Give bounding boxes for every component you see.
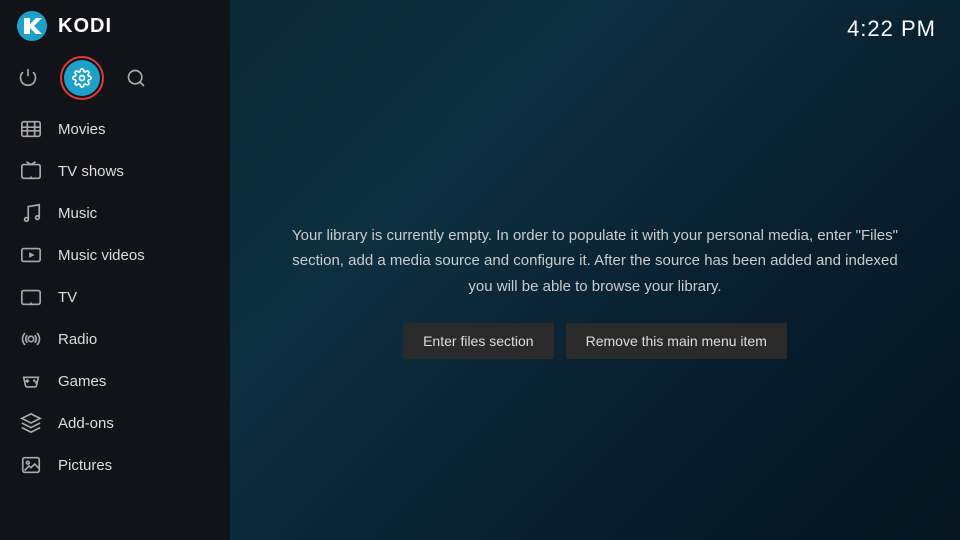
sidebar-item-movies-label: Movies: [58, 121, 106, 138]
sidebar-item-radio[interactable]: Radio: [0, 318, 230, 360]
search-button[interactable]: [118, 60, 154, 96]
settings-button[interactable]: [64, 60, 100, 96]
music-videos-icon: [20, 244, 42, 266]
sidebar-item-tv-shows-label: TV shows: [58, 163, 124, 180]
addons-icon: [20, 412, 42, 434]
sidebar-item-pictures-label: Pictures: [58, 457, 112, 474]
sidebar-item-tv-shows[interactable]: TV shows: [0, 150, 230, 192]
sidebar-item-add-ons[interactable]: Add-ons: [0, 402, 230, 444]
sidebar-item-movies[interactable]: Movies: [0, 108, 230, 150]
sidebar-item-radio-label: Radio: [58, 331, 97, 348]
radio-icon: [20, 328, 42, 350]
nav-menu: Movies TV shows Music: [0, 104, 230, 540]
time-display: 4:22 PM: [847, 16, 936, 42]
top-bar: 4:22 PM: [230, 0, 960, 42]
app-title: KODI: [58, 15, 112, 38]
sidebar-item-music-videos[interactable]: Music videos: [0, 234, 230, 276]
kodi-logo-icon: [16, 10, 48, 42]
action-buttons: Enter files section Remove this main men…: [403, 323, 787, 359]
sidebar-item-add-ons-label: Add-ons: [58, 415, 114, 432]
main-content: 4:22 PM Your library is currently empty.…: [230, 0, 960, 540]
sidebar-item-tv-label: TV: [58, 289, 77, 306]
power-button[interactable]: [10, 60, 46, 96]
header-icons-row: [0, 52, 230, 104]
pictures-icon: [20, 454, 42, 476]
tv-icon: [20, 286, 42, 308]
music-icon: [20, 202, 42, 224]
games-icon: [20, 370, 42, 392]
sidebar: KODI: [0, 0, 230, 540]
sidebar-item-music-label: Music: [58, 205, 97, 222]
movies-icon: [20, 118, 42, 140]
center-content: Your library is currently empty. In orde…: [230, 42, 960, 540]
empty-library-message: Your library is currently empty. In orde…: [290, 223, 900, 300]
enter-files-button[interactable]: Enter files section: [403, 323, 554, 359]
sidebar-item-pictures[interactable]: Pictures: [0, 444, 230, 486]
sidebar-item-games[interactable]: Games: [0, 360, 230, 402]
tv-shows-icon: [20, 160, 42, 182]
sidebar-item-tv[interactable]: TV: [0, 276, 230, 318]
sidebar-header: KODI: [0, 0, 230, 52]
sidebar-item-games-label: Games: [58, 373, 106, 390]
remove-menu-item-button[interactable]: Remove this main menu item: [566, 323, 787, 359]
sidebar-item-music[interactable]: Music: [0, 192, 230, 234]
sidebar-item-music-videos-label: Music videos: [58, 247, 145, 264]
